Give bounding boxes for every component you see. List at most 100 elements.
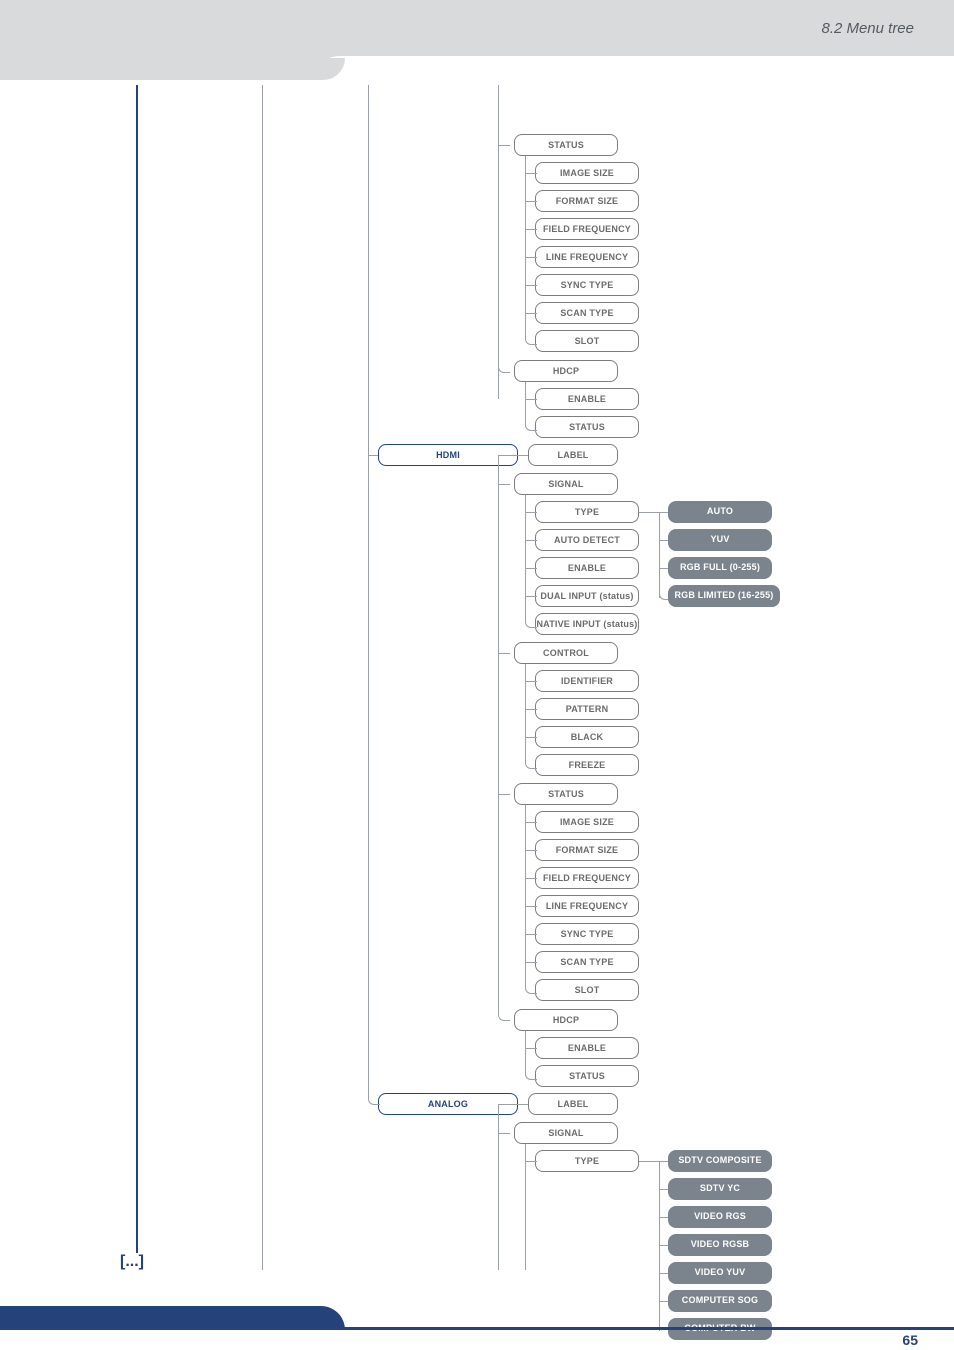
conn <box>525 1048 537 1049</box>
conn <box>525 681 537 682</box>
conn <box>525 878 537 879</box>
node-status-2: STATUS <box>514 783 618 805</box>
conn <box>659 568 668 569</box>
conn <box>525 747 537 769</box>
node-status-1: STATUS <box>514 134 618 156</box>
conn <box>525 409 537 431</box>
node-video-rgsb: VIDEO RGSB <box>668 1234 772 1256</box>
node-signal1-autodetect: AUTO DETECT <box>535 529 639 551</box>
conn <box>498 1133 510 1134</box>
conn <box>498 484 510 485</box>
node-image-size-1: IMAGE SIZE <box>535 162 639 184</box>
page-number: 65 <box>902 1332 918 1348</box>
conn <box>525 906 537 907</box>
conn <box>659 540 668 541</box>
tree-trunk-level3c <box>498 1104 499 1270</box>
conn <box>525 323 537 345</box>
node-video-yuv: VIDEO YUV <box>668 1262 772 1284</box>
menu-tree-diagram: [...] STATUS IMAGE SIZE FORMAT SIZE FIEL… <box>0 85 954 1305</box>
conn <box>525 512 537 513</box>
node-sync-type-1: SYNC TYPE <box>535 274 639 296</box>
conn <box>525 934 537 935</box>
node-label-2: LABEL <box>528 1093 618 1115</box>
conn <box>498 969 510 1021</box>
conn <box>498 1104 528 1105</box>
conn <box>525 737 537 738</box>
tree-trunk-level2 <box>368 85 369 1004</box>
conn <box>498 145 510 146</box>
conn <box>659 1245 668 1246</box>
conn <box>525 709 537 710</box>
node-label-1: LABEL <box>528 444 618 466</box>
conn <box>659 1273 668 1274</box>
node-type-rgblimited: RGB LIMITED (16-255) <box>668 585 780 607</box>
node-slot-2: SLOT <box>535 979 639 1001</box>
node-control-freeze: FREEZE <box>535 754 639 776</box>
conn <box>659 1189 668 1190</box>
conn <box>525 540 537 541</box>
node-sdtv-yc: SDTV YC <box>668 1178 772 1200</box>
continues-marker: [...] <box>120 1253 144 1271</box>
conn <box>525 1161 537 1162</box>
node-field-freq-1: FIELD FREQUENCY <box>535 218 639 240</box>
header-curve-grey <box>0 58 345 80</box>
node-sync-type-2: SYNC TYPE <box>535 923 639 945</box>
node-signal2-type: TYPE <box>535 1150 639 1172</box>
node-type-auto: AUTO <box>668 501 772 523</box>
section-title: 8.2 Menu tree <box>821 20 914 37</box>
conn <box>639 1161 659 1162</box>
conn <box>525 399 537 400</box>
node-control-identifier: IDENTIFIER <box>535 670 639 692</box>
header-curve-white <box>310 56 954 86</box>
vline-status1-children <box>525 156 526 331</box>
node-signal1-dualinput: DUAL INPUT (status) <box>535 585 639 607</box>
conn <box>659 512 668 513</box>
tree-trunk-level3a <box>498 85 499 399</box>
node-hdcp2-enable: ENABLE <box>535 1037 639 1059</box>
conn <box>525 606 537 628</box>
conn <box>639 512 659 513</box>
vline-signal2 <box>525 1144 526 1270</box>
conn <box>498 353 510 373</box>
node-hdmi: HDMI <box>378 444 518 466</box>
node-scan-type-1: SCAN TYPE <box>535 302 639 324</box>
conn <box>525 313 537 314</box>
node-scan-type-2: SCAN TYPE <box>535 951 639 973</box>
conn <box>659 1161 668 1162</box>
conn <box>659 578 668 600</box>
tree-trunk-level3b <box>498 455 499 985</box>
conn <box>659 1301 668 1302</box>
node-type-yuv: YUV <box>668 529 772 551</box>
conn <box>525 173 537 174</box>
node-field-freq-2: FIELD FREQUENCY <box>535 867 639 889</box>
node-video-rgs: VIDEO RGS <box>668 1206 772 1228</box>
node-signal1-enable: ENABLE <box>535 557 639 579</box>
conn <box>525 568 537 569</box>
node-slot-1: SLOT <box>535 330 639 352</box>
conn <box>368 455 378 456</box>
node-sdtv-composite: SDTV COMPOSITE <box>668 1150 772 1172</box>
node-signal1-type: TYPE <box>535 501 639 523</box>
node-signal-2: SIGNAL <box>514 1122 618 1144</box>
node-control-black: BLACK <box>535 726 639 748</box>
vline-control <box>525 664 526 756</box>
node-image-size-2: IMAGE SIZE <box>535 811 639 833</box>
tree-trunk-level0 <box>136 85 138 1253</box>
node-signal-1: SIGNAL <box>514 473 618 495</box>
conn <box>498 455 528 456</box>
conn <box>525 850 537 851</box>
footer-curve <box>0 1306 345 1330</box>
node-hdcp-1: HDCP <box>514 360 618 382</box>
conn <box>525 822 537 823</box>
conn <box>368 1004 380 1105</box>
node-hdcp1-enable: ENABLE <box>535 388 639 410</box>
node-analog: ANALOG <box>378 1093 518 1115</box>
conn <box>498 653 510 654</box>
node-hdcp1-status: STATUS <box>535 416 639 438</box>
conn <box>525 962 537 963</box>
node-format-size-1: FORMAT SIZE <box>535 190 639 212</box>
conn <box>525 257 537 258</box>
node-hdcp2-status: STATUS <box>535 1065 639 1087</box>
node-signal1-nativeinput: NATIVE INPUT (status) <box>535 613 639 635</box>
tree-trunk-level1 <box>262 85 263 1270</box>
